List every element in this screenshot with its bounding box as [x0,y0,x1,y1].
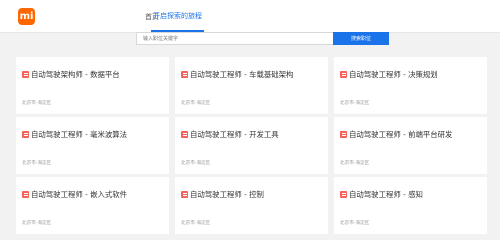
job-title-text: 自动驾驶工程师 - 毫米波算法 [31,130,128,139]
job-card[interactable]: 自动驾驶工程师 - 感知 北京市-海淀区 [334,177,487,234]
job-location: 北京市-海淀区 [340,221,370,226]
job-document-icon [181,70,188,78]
job-location: 北京市-海淀区 [22,101,52,106]
job-location: 北京市-海淀区 [340,161,370,166]
job-location: 北京市-海淀区 [22,221,52,226]
job-location: 北京市-海淀区 [340,101,370,106]
job-title: 自动驾驶工程师 - 控制 [181,189,318,200]
job-title-text: 自动驾驶架构师 - 数据平台 [31,70,120,79]
mi-logo-icon[interactable]: mi [18,8,35,25]
job-title-text: 自动驾驶工程师 - 决策规划 [349,70,438,79]
job-card[interactable]: 自动驾驶工程师 - 车载基础架构 北京市-海淀区 [175,57,328,114]
job-title-text: 自动驾驶工程师 - 开发工具 [190,130,279,139]
search-input[interactable] [136,32,333,45]
job-card[interactable]: 自动驾驶工程师 - 前端平台研发 北京市-海淀区 [334,117,487,174]
job-title-text: 自动驾驶工程师 - 前端平台研发 [349,130,453,139]
job-card[interactable]: 自动驾驶工程师 - 开发工具 北京市-海淀区 [175,117,328,174]
job-title-text: 自动驾驶工程师 - 控制 [190,190,264,199]
job-document-icon [340,190,347,198]
job-title: 自动驾驶工程师 - 毫米波算法 [22,129,159,140]
top-nav-bar: mi 首页 开启探索的旅程 [0,0,500,33]
job-title: 自动驾驶工程师 - 决策规划 [340,69,477,80]
job-document-icon [22,70,29,78]
job-document-icon [181,130,188,138]
job-title: 自动驾驶工程师 - 前端平台研发 [340,129,477,140]
job-title-text: 自动驾驶工程师 - 车载基础架构 [190,70,294,79]
job-document-icon [340,130,347,138]
job-title: 自动驾驶工程师 - 车载基础架构 [181,69,318,80]
nav-explore-link[interactable]: 开启探索的旅程 [151,0,204,32]
job-title-text: 自动驾驶工程师 - 感知 [349,190,423,199]
job-title: 自动驾驶工程师 - 嵌入式软件 [22,189,159,200]
job-document-icon [22,130,29,138]
job-location: 北京市-海淀区 [181,101,211,106]
job-location: 北京市-海淀区 [181,221,211,226]
job-location: 北京市-海淀区 [181,161,211,166]
search-bar: 搜索职位 [136,32,389,45]
job-card[interactable]: 自动驾驶工程师 - 毫米波算法 北京市-海淀区 [16,117,169,174]
job-title: 自动驾驶工程师 - 开发工具 [181,129,318,140]
job-document-icon [340,70,347,78]
job-title-text: 自动驾驶工程师 - 嵌入式软件 [31,190,128,199]
search-button[interactable]: 搜索职位 [333,32,389,45]
job-card[interactable]: 自动驾驶工程师 - 嵌入式软件 北京市-海淀区 [16,177,169,234]
job-card[interactable]: 自动驾驶架构师 - 数据平台 北京市-海淀区 [16,57,169,114]
job-document-icon [181,190,188,198]
job-location: 北京市-海淀区 [22,161,52,166]
job-list: 自动驾驶架构师 - 数据平台 北京市-海淀区 自动驾驶工程师 - 车载基础架构 … [16,57,487,234]
job-title: 自动驾驶架构师 - 数据平台 [22,69,159,80]
job-title: 自动驾驶工程师 - 感知 [340,189,477,200]
job-card[interactable]: 自动驾驶工程师 - 控制 北京市-海淀区 [175,177,328,234]
job-card[interactable]: 自动驾驶工程师 - 决策规划 北京市-海淀区 [334,57,487,114]
job-document-icon [22,190,29,198]
